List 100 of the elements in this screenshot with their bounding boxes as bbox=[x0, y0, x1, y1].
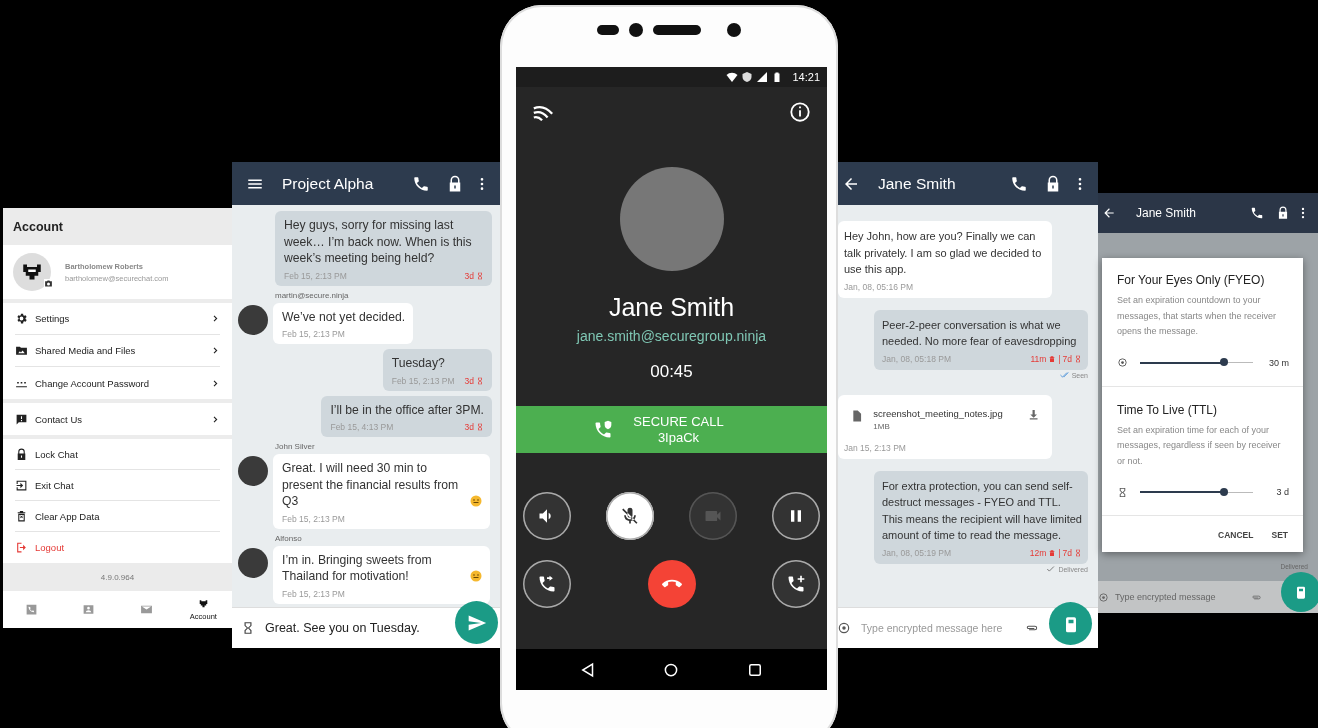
sender-name: martin@secure.ninja bbox=[275, 290, 350, 300]
chat-title: Jane Smith bbox=[878, 174, 957, 193]
signal-icon bbox=[756, 71, 769, 83]
message-time: Feb 15, 2:13 PM bbox=[282, 588, 346, 599]
menu-item[interactable]: Contact Us bbox=[15, 403, 220, 435]
message-time: Feb 15, 2:13 PM bbox=[282, 329, 346, 339]
menu-item[interactable]: Shared Media and Files bbox=[15, 335, 220, 367]
phone-plus-icon bbox=[786, 574, 806, 594]
back-arrow-icon[interactable] bbox=[1102, 206, 1116, 220]
chat-title: Project Alpha bbox=[282, 174, 375, 193]
message-text: I’ll be in the office after 3PM. bbox=[330, 401, 484, 418]
envelope-icon bbox=[139, 603, 153, 616]
walkie-talkie-button[interactable] bbox=[1281, 572, 1318, 612]
camera-dot-drawing bbox=[629, 23, 643, 37]
add-call-button[interactable] bbox=[772, 560, 820, 608]
section-title: Time To Live (TTL) bbox=[1117, 402, 1219, 417]
message-time: Feb 15, 2:13 PM bbox=[282, 513, 346, 524]
logout-icon bbox=[15, 541, 28, 554]
menu-item[interactable]: Clear App Data bbox=[15, 501, 220, 532]
expiry-label: 3d bbox=[464, 375, 474, 386]
phone-icon[interactable] bbox=[412, 174, 430, 193]
file-icon bbox=[850, 407, 864, 424]
phone-icon[interactable] bbox=[1250, 206, 1264, 220]
info-icon[interactable] bbox=[789, 101, 811, 123]
file-message[interactable]: screenshot_meeting_notes.jpg 1MB Jan 15, 2:13 PM bbox=[838, 394, 1052, 459]
fyeo-timer: 11m bbox=[1030, 353, 1047, 364]
meta-divider: | bbox=[1058, 353, 1061, 364]
hourglass-icon bbox=[1117, 486, 1128, 498]
message-text: Peer-2-peer conversation is what we needed. No more fear of eavesdropping bbox=[882, 317, 1078, 349]
caller-name: Jane Smith bbox=[608, 293, 735, 322]
speaker-button[interactable] bbox=[523, 492, 571, 540]
menu-item[interactable]: Logout bbox=[15, 532, 220, 563]
image-folder-icon bbox=[15, 344, 28, 357]
camera-icon[interactable] bbox=[44, 279, 53, 288]
message-text: Great. I will need 30 min to present the financial results from Q3 bbox=[282, 460, 460, 510]
trash-icon bbox=[15, 509, 28, 523]
slider-value: 30 m bbox=[1268, 357, 1289, 368]
exit-icon bbox=[15, 478, 28, 492]
message-text: Hey guys, sorry for missing last week… I’m back now. When is this week’s meeting being held? bbox=[284, 217, 473, 267]
message-text: Tuesday? bbox=[391, 355, 446, 372]
hourglass-icon bbox=[1074, 354, 1082, 363]
phone-shield-icon bbox=[593, 419, 614, 440]
message-time: Feb 15, 2:13 PM bbox=[391, 375, 455, 386]
slider-thumb[interactable] bbox=[1219, 358, 1228, 366]
expiry-label: 3d bbox=[464, 270, 474, 281]
message-text: We’ve not yet decided. bbox=[282, 308, 406, 325]
ttl-timer: 7d bbox=[1062, 353, 1072, 364]
microphone-off-icon bbox=[620, 506, 640, 526]
message-time: Feb 15, 4:13 PM bbox=[330, 422, 395, 432]
end-call-button[interactable] bbox=[647, 560, 696, 608]
earpiece-drawing bbox=[597, 25, 619, 35]
file-size: 1MB bbox=[873, 421, 891, 431]
speech-bubble-icon bbox=[15, 412, 28, 426]
hourglass-icon bbox=[476, 271, 484, 280]
expiry-label: 3d bbox=[464, 422, 474, 432]
version-text: 4.9.0.964 bbox=[100, 572, 135, 582]
menu-item[interactable]: Change Account Password bbox=[15, 367, 220, 399]
timer-icon[interactable] bbox=[837, 621, 851, 635]
verification-code: 3IpaCk bbox=[657, 429, 700, 446]
phone-arrow-icon bbox=[537, 574, 557, 594]
fyeo-timer: 12m bbox=[1029, 547, 1047, 558]
wifi-icon bbox=[726, 71, 739, 83]
hourglass-icon bbox=[476, 423, 484, 431]
message-time: Jan, 08, 05:16 PM bbox=[844, 281, 914, 292]
file-name: screenshot_meeting_notes.jpg bbox=[873, 407, 1003, 419]
ttl-timer: 7d bbox=[1062, 547, 1072, 558]
phone-icon bbox=[25, 603, 39, 616]
dialog-button[interactable]: SET bbox=[1271, 530, 1288, 540]
message-text: Hey John, how are you? Finally we can talk privately. I am so glad we decided to use this app. bbox=[844, 229, 1043, 277]
padlock-icon[interactable] bbox=[1276, 206, 1290, 220]
earpiece-drawing bbox=[653, 25, 701, 35]
section-description: Set an expiration time for each of your messages, regardless if seen by receiver or not. bbox=[1117, 423, 1282, 468]
slider-thumb[interactable] bbox=[1219, 487, 1228, 496]
account-title: Account bbox=[13, 219, 63, 234]
dialog-button[interactable]: CANCEL bbox=[1218, 530, 1254, 540]
slider-value: 3 d bbox=[1275, 487, 1289, 497]
message-input[interactable]: Type encrypted message here bbox=[861, 622, 1011, 634]
menu-item[interactable]: Exit Chat bbox=[15, 470, 220, 501]
message-input[interactable]: Great. See you on Tuesday. bbox=[265, 621, 425, 635]
status-time: 14:21 bbox=[792, 71, 820, 83]
avatar-photo-placeholder bbox=[238, 547, 268, 578]
pause-button[interactable] bbox=[772, 492, 820, 540]
transfer-call-button[interactable] bbox=[523, 560, 571, 608]
mute-button[interactable] bbox=[606, 492, 654, 540]
menu-item[interactable]: Lock Chat bbox=[15, 439, 220, 470]
contact-card-icon bbox=[82, 603, 96, 616]
caller-email: jane.smith@securegroup.ninja bbox=[576, 328, 767, 344]
banner-title: SECURE CALL bbox=[633, 413, 724, 430]
message-text: I’m in. Bringing sweets from Thailand for motivation! bbox=[282, 551, 433, 585]
shield-icon bbox=[741, 71, 754, 83]
menu-item[interactable]: Settings bbox=[15, 303, 220, 335]
settings-icon bbox=[15, 312, 28, 325]
message-input[interactable]: Type encrypted message bbox=[1115, 592, 1245, 602]
message-time: Feb 15, 2:13 PM bbox=[284, 270, 348, 281]
padlock-icon bbox=[15, 447, 28, 461]
sender-name: Alfonso bbox=[275, 533, 303, 543]
trash-icon bbox=[1048, 354, 1057, 363]
call-duration: 00:45 bbox=[650, 362, 693, 382]
message-text: For extra protection, you can send self-destruct messages - FYEO and TTL. This means the recipient will have limited amount of time to read the message. bbox=[882, 478, 1082, 543]
sender-name: John Silver bbox=[275, 442, 316, 451]
